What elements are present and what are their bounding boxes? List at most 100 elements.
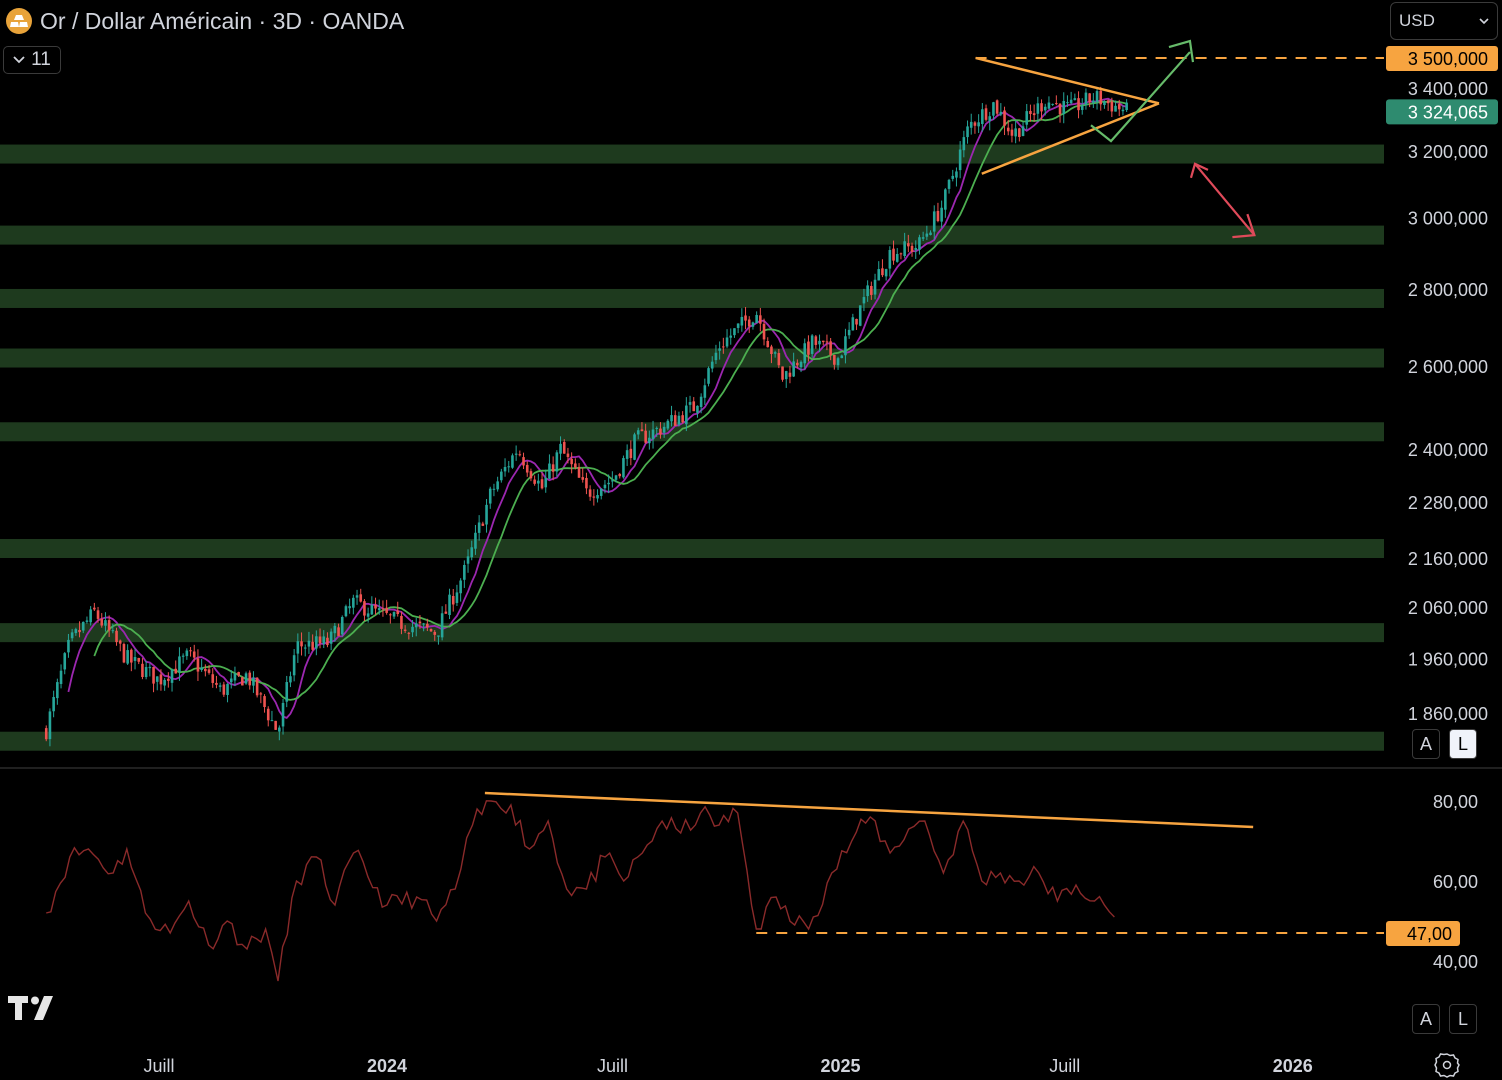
candle-body — [514, 453, 518, 455]
candle-body — [973, 122, 977, 126]
candle-body — [74, 629, 78, 634]
ma-slow-line — [93, 99, 1127, 701]
candle-body — [677, 415, 681, 425]
candle-body — [1025, 111, 1029, 125]
candle-body — [148, 666, 152, 669]
candle-body — [1043, 106, 1047, 111]
candle-body — [496, 481, 499, 490]
candle-body — [1014, 128, 1017, 137]
time-tick-label: 2026 — [1273, 1056, 1313, 1076]
candle-body — [315, 636, 318, 649]
candle-body — [266, 708, 270, 721]
price-axis[interactable]: 3 400,000 3 200,000 3 000,000 2 800,000 2 60… — [1386, 45, 1498, 724]
candle-body — [755, 314, 758, 324]
candle-body — [566, 453, 570, 457]
candle-body — [56, 682, 59, 699]
log-scale-button[interactable]: L — [1449, 729, 1477, 759]
candle-body — [903, 241, 906, 256]
candle-body — [1018, 128, 1021, 137]
candle-body — [511, 455, 514, 468]
candle-body — [562, 442, 566, 454]
candle-body — [374, 604, 377, 609]
candle-body — [925, 233, 929, 237]
chart-canvas[interactable]: 3 400,000 3 200,000 3 000,000 2 800,000 2 60… — [0, 0, 1502, 1080]
candle-body — [70, 632, 74, 639]
candle-body — [96, 610, 100, 619]
candle-body — [274, 720, 277, 730]
candle-body — [1036, 103, 1040, 114]
candle-body — [969, 121, 973, 128]
time-axis[interactable]: Juill 2024 Juill 2025 Juill 2026 — [143, 1056, 1312, 1076]
candle-body — [503, 466, 507, 472]
rsi-log-scale-button[interactable]: L — [1449, 1004, 1477, 1034]
candle-body — [322, 636, 326, 644]
candle-body — [307, 640, 311, 647]
candle-body — [1055, 103, 1058, 105]
candle-body — [1084, 92, 1088, 105]
candle-body — [570, 458, 573, 465]
candle-body — [403, 629, 407, 631]
candle-body — [248, 672, 252, 686]
candle-body — [104, 620, 107, 626]
candle-body — [1058, 103, 1062, 115]
candle-body — [581, 477, 585, 480]
candle-body — [1051, 103, 1054, 105]
candle-body — [289, 676, 292, 683]
candle-body — [233, 673, 237, 681]
candle-body — [1040, 103, 1043, 112]
candle-body — [448, 594, 451, 616]
candle-body — [1032, 113, 1036, 116]
tradingview-logo[interactable] — [8, 996, 58, 1025]
candle-body — [522, 457, 525, 466]
candle-body — [437, 635, 440, 637]
auto-scale-button[interactable]: A — [1412, 729, 1440, 759]
rsi-auto-scale-button[interactable]: A — [1412, 1004, 1440, 1034]
candle-body — [385, 607, 388, 613]
candle-body — [747, 319, 751, 327]
candle-body — [981, 109, 984, 124]
candle-body — [429, 628, 433, 632]
candle-body — [122, 644, 126, 663]
candle-body — [348, 606, 351, 609]
candle-body — [440, 613, 444, 638]
candle-body — [762, 323, 766, 340]
candle-body — [673, 415, 677, 426]
candle-body — [751, 322, 755, 327]
candle-body — [163, 679, 166, 686]
candle-body — [377, 608, 381, 611]
candle-body — [577, 467, 581, 478]
candle-body — [707, 368, 710, 384]
candle-body — [355, 595, 359, 598]
candle-body — [870, 285, 873, 295]
candle-body — [955, 171, 958, 178]
candle-body — [1088, 93, 1091, 103]
candle-body — [285, 682, 289, 702]
candle-body — [93, 607, 96, 610]
candle-body — [759, 315, 762, 324]
settings-gear-icon[interactable] — [1434, 1052, 1460, 1078]
candle-body — [629, 448, 633, 458]
candle-body — [662, 426, 666, 433]
candle-body — [932, 211, 936, 232]
candle-body — [966, 126, 969, 138]
candle-body — [426, 623, 429, 628]
candle-body — [359, 594, 363, 602]
candle-body — [740, 316, 744, 326]
candle-body — [585, 477, 588, 489]
rsi-axis[interactable]: 80,00 60,00 40,00 47,00 — [1386, 792, 1478, 972]
candle-body — [788, 372, 792, 377]
candle-body — [204, 668, 207, 672]
candle-body — [722, 346, 725, 348]
candle-body — [592, 496, 596, 498]
candle-body — [1099, 90, 1103, 105]
candle-body — [488, 488, 492, 504]
candle-body — [873, 279, 877, 295]
candle-body — [744, 315, 747, 321]
candle-body — [888, 250, 892, 269]
candle-body — [895, 253, 899, 262]
candle-body — [244, 673, 248, 684]
candle-body — [1006, 127, 1010, 132]
candle-body — [648, 437, 651, 444]
rsi-tick-label: 40,00 — [1433, 952, 1478, 972]
candle-body — [529, 471, 533, 479]
